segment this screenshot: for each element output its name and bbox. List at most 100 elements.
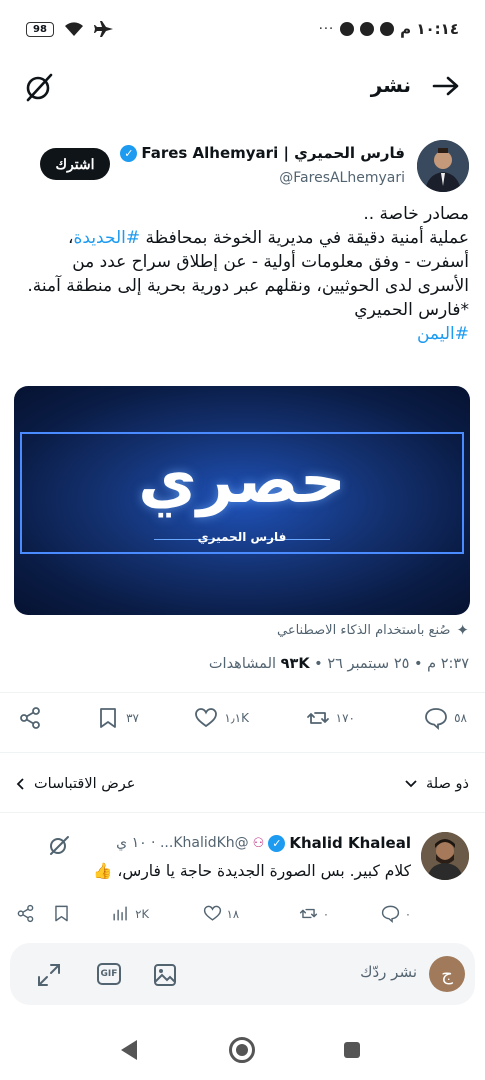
bookmark-icon	[55, 905, 68, 922]
reply-handle: @KhalidKh... · ١٠ ي	[116, 835, 249, 851]
status-time: ١٠:١٤ م	[400, 20, 459, 38]
reply-author-name: Khalid Khaleal	[289, 834, 411, 852]
reply-repost-count: ٠	[322, 906, 329, 921]
divider	[0, 692, 485, 693]
tweet-line-2: عملية أمنية دقيقة في مديرية الخوخة بمحاف…	[14, 226, 469, 250]
nav-home-icon[interactable]	[229, 1037, 255, 1063]
battery-icon: 98	[26, 21, 54, 37]
reply-item[interactable]: Khalid Khaleal ✓ ⚇ @KhalidKh... · ١٠ ي ك…	[0, 828, 485, 938]
reply-views-count: ٢K	[135, 906, 149, 921]
affiliate-icon: ⚇	[252, 835, 265, 851]
repost-icon	[306, 712, 329, 724]
reply-actions: ٠ ٠ ١٨ ٢K	[0, 902, 485, 926]
gif-icon[interactable]: GIF	[97, 963, 121, 985]
bookmark-count: ٣٧	[126, 711, 139, 725]
reply-text: كلام كبير. بس الصورة الجديدة حاجة يا فار…	[93, 862, 411, 880]
grok-icon[interactable]	[24, 72, 54, 102]
tweet-media-image[interactable]: حصري فارس الحميري	[14, 386, 470, 615]
divider	[0, 812, 485, 813]
bookmark-icon	[100, 708, 117, 728]
subscribe-button[interactable]: اشترك	[40, 148, 110, 180]
reply-icon	[425, 708, 448, 730]
sort-relevance-dropdown[interactable]: ذو صلة	[404, 776, 469, 792]
grok-icon[interactable]	[48, 834, 70, 856]
tweet-actions: ٥٨ ١٧٠ ١٫١K ٣٧	[0, 700, 485, 740]
repost-count: ١٧٠	[335, 711, 355, 725]
reply-views-button[interactable]: ٢K	[111, 904, 149, 923]
reply-avatar[interactable]	[421, 832, 469, 880]
share-icon	[17, 904, 34, 923]
nav-recent-apps-icon[interactable]	[344, 1042, 360, 1058]
reply-like-count: ١٨	[226, 906, 239, 921]
tweet-meta: ٢:٣٧ م • ٢٥ سبتمبر ٢٦ • ٩٣K المشاهدات	[209, 656, 469, 672]
reply-button[interactable]: ٥٨	[424, 706, 467, 730]
image-icon[interactable]	[152, 962, 178, 988]
like-button[interactable]: ١٫١K	[194, 706, 249, 730]
tweet-time-date: ٢:٣٧ م • ٢٥ سبتمبر ٢٦ •	[309, 656, 469, 672]
composer-avatar: ج	[429, 956, 465, 992]
reply-reply-button[interactable]: ٠	[381, 904, 411, 923]
verified-badge-icon: ✓	[268, 834, 286, 852]
reply-icon	[381, 905, 399, 923]
status-right: ١٠:١٤ م ···	[319, 20, 459, 38]
tweet-header: فارس الحميري | Fares Alhemyari ✓ @FaresA…	[0, 138, 485, 198]
more-notifications-icon: ···	[318, 21, 335, 37]
views-chart-icon	[113, 906, 128, 921]
share-icon	[20, 707, 40, 729]
heart-icon	[195, 708, 218, 728]
author-name-text: فارس الحميري | Fares Alhemyari	[141, 144, 405, 162]
ai-generated-note: ✦ صُنع باستخدام الذكاء الاصطناعي	[277, 621, 469, 639]
like-count: ١٫١K	[224, 711, 249, 725]
views-label: المشاهدات	[208, 656, 281, 672]
replies-sort-bar: ذو صلة عرض الاقتباسات	[0, 770, 485, 804]
tweet-line-5: *فارس الحميري	[354, 300, 469, 320]
ai-note-text: صُنع باستخدام الذكاء الاصطناعي	[277, 622, 451, 638]
chevron-down-icon	[405, 780, 417, 788]
repost-icon	[299, 908, 317, 919]
hashtag-yemen[interactable]: #اليمن	[14, 322, 469, 346]
tweet-text: مصادر خاصة .. عملية أمنية دقيقة في مديري…	[14, 202, 469, 346]
tweet-line-3: أسفرت - وفق معلومات أولية - عن إطلاق سرا…	[72, 252, 469, 272]
media-title: حصري	[138, 444, 346, 518]
author-name[interactable]: فارس الحميري | Fares Alhemyari ✓	[120, 144, 405, 162]
reply-share-button[interactable]	[16, 904, 35, 923]
view-quotes-link[interactable]: عرض الاقتباسات	[16, 776, 135, 792]
expand-icon[interactable]	[36, 962, 62, 988]
sort-relevance-label: ذو صلة	[426, 776, 469, 792]
repost-button[interactable]: ١٧٠	[306, 706, 355, 730]
back-arrow-icon[interactable]	[431, 74, 461, 98]
facebook-icon-2	[340, 22, 355, 36]
share-button[interactable]	[18, 706, 42, 730]
bookmark-button[interactable]: ٣٧	[96, 706, 139, 730]
tweet-line-2-before: عملية أمنية دقيقة في مديرية الخوخة بمحاف…	[140, 228, 470, 248]
reply-count: ٥٨	[454, 711, 467, 725]
airplane-icon	[94, 21, 113, 37]
tweet-line-4: الأسرى لدى الحوثيين، ونقلهم عبر دورية بح…	[27, 276, 469, 296]
sparkle-icon: ✦	[456, 621, 469, 639]
top-bar: نشر	[0, 62, 485, 112]
reply-author[interactable]: Khalid Khaleal ✓ ⚇ @KhalidKh... · ١٠ ي	[116, 834, 411, 852]
tweet-line-1: مصادر خاصة ..	[363, 204, 469, 224]
status-left: 98	[26, 20, 114, 38]
verified-badge-icon: ✓	[120, 144, 138, 162]
status-bar: ١٠:١٤ م ··· 98	[0, 0, 485, 62]
chevron-left-icon	[16, 778, 24, 790]
reply-input[interactable]: نشر ردّك	[360, 963, 417, 981]
view-quotes-label: عرض الاقتباسات	[34, 776, 136, 792]
reply-like-button[interactable]: ١٨	[203, 904, 239, 923]
divider	[0, 752, 485, 753]
reply-repost-button[interactable]: ٠	[299, 904, 329, 923]
wifi-icon	[65, 22, 83, 36]
views-count: ٩٣K	[280, 656, 310, 672]
hashtag-hodeidah[interactable]: #الحديدة	[74, 228, 141, 248]
heart-icon	[203, 905, 221, 921]
reply-composer[interactable]: ج نشر ردّك GIF	[10, 943, 475, 1005]
facebook-icon	[380, 22, 395, 36]
reply-bookmark-button[interactable]	[52, 904, 71, 923]
messenger-icon	[360, 22, 375, 36]
nav-back-icon[interactable]	[121, 1040, 137, 1060]
reply-reply-count: ٠	[404, 906, 411, 921]
author-avatar[interactable]	[417, 140, 469, 192]
page-title: نشر	[370, 73, 411, 97]
author-handle[interactable]: @FaresALhemyari	[279, 170, 405, 186]
